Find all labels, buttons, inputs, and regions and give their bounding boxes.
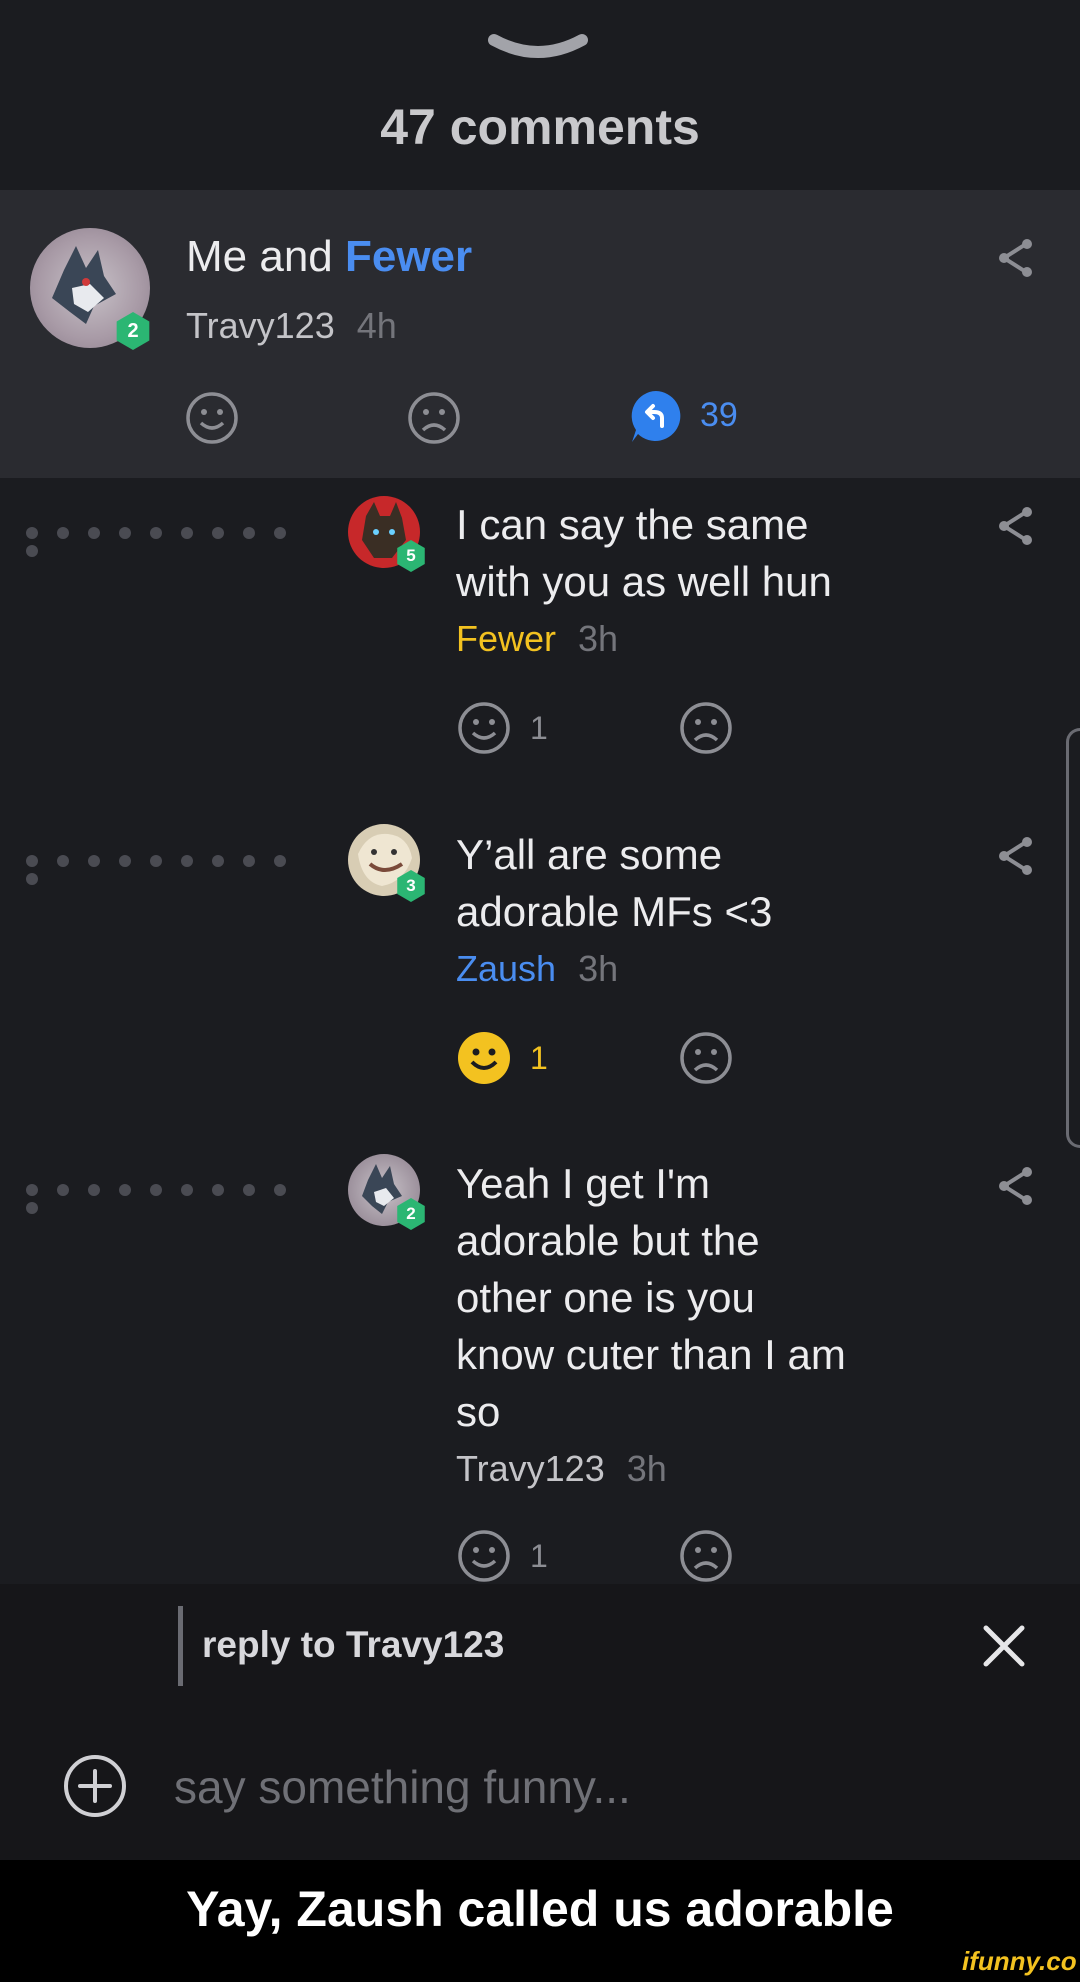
- like-count: 1: [530, 1538, 548, 1574]
- timestamp: 3h: [626, 1448, 667, 1489]
- smile-icon-active[interactable]: [456, 1030, 512, 1086]
- close-icon[interactable]: [980, 1622, 1028, 1670]
- share-icon[interactable]: [996, 1164, 1036, 1208]
- reply-text-line: other one is you: [456, 1274, 755, 1321]
- comment-meta: Fewer 3h: [456, 618, 618, 660]
- watermark: ifunny.co: [962, 1946, 1077, 1976]
- thread-dots: [26, 854, 326, 885]
- timestamp: 4h: [356, 305, 397, 346]
- reply-text: Yeah I get I'm adorable but the other on…: [456, 1155, 956, 1440]
- smile-icon[interactable]: [184, 390, 240, 446]
- author-name[interactable]: Travy123: [186, 305, 335, 346]
- reply-text-line: adorable but the: [456, 1217, 760, 1264]
- plus-icon[interactable]: [62, 1753, 128, 1819]
- reply-text-line: adorable MFs <3: [456, 888, 773, 935]
- main-comment-text: Me and Fewer: [186, 232, 472, 282]
- frown-icon[interactable]: [678, 1030, 734, 1086]
- main-comment: [0, 190, 1080, 478]
- comment-text-prefix: Me and: [186, 232, 345, 281]
- scrollbar[interactable]: [1066, 728, 1080, 1148]
- author-name[interactable]: Travy123: [456, 1448, 605, 1489]
- thread-dots: [26, 526, 326, 557]
- comment-meta: Travy123 3h: [456, 1448, 667, 1490]
- smile-icon[interactable]: [456, 700, 512, 756]
- share-icon[interactable]: [996, 236, 1036, 280]
- smile-icon[interactable]: [456, 1528, 512, 1584]
- reply-text: Y’all are some adorable MFs <3: [456, 826, 956, 940]
- author-name[interactable]: Zaush: [456, 948, 556, 989]
- frown-icon[interactable]: [406, 390, 462, 446]
- thread-dots: [26, 1183, 326, 1214]
- reply-to-label: reply to Travy123: [202, 1624, 505, 1665]
- frown-icon[interactable]: [678, 1528, 734, 1584]
- reply-text-line: I can say the same: [456, 501, 809, 548]
- reply-text-line: know cuter than I am: [456, 1331, 846, 1378]
- frown-icon[interactable]: [678, 700, 734, 756]
- timestamp: 3h: [578, 618, 619, 659]
- author-name[interactable]: Fewer: [456, 618, 556, 659]
- comments-header: [0, 0, 1080, 190]
- comment-count-title: 47 comments: [380, 99, 700, 155]
- reply-bar: [0, 1584, 1080, 1860]
- reply-count: 39: [700, 396, 738, 434]
- like-count: 1: [530, 710, 548, 746]
- reply-text: I can say the same with you as well hun: [456, 496, 956, 610]
- reply-text-line: with you as well hun: [456, 558, 832, 605]
- comment-meta: Travy123 4h: [186, 305, 397, 347]
- comment-meta: Zaush 3h: [456, 948, 618, 990]
- reply-text-line: Y’all are some: [456, 831, 723, 878]
- caption-text: Yay, Zaush called us adorable: [186, 1881, 894, 1937]
- share-icon[interactable]: [996, 834, 1036, 878]
- reply-indicator-line: [178, 1606, 183, 1686]
- share-icon[interactable]: [996, 504, 1036, 548]
- reply-bubble-icon[interactable]: [628, 388, 684, 444]
- timestamp: 3h: [578, 948, 619, 989]
- reply-text-line: so: [456, 1388, 501, 1435]
- chevron-down-icon[interactable]: [486, 30, 590, 70]
- mention-link[interactable]: Fewer: [345, 232, 472, 281]
- comment-input[interactable]: [172, 1756, 956, 1818]
- like-count: 1: [530, 1040, 548, 1076]
- reply-text-line: Yeah I get I'm: [456, 1160, 710, 1207]
